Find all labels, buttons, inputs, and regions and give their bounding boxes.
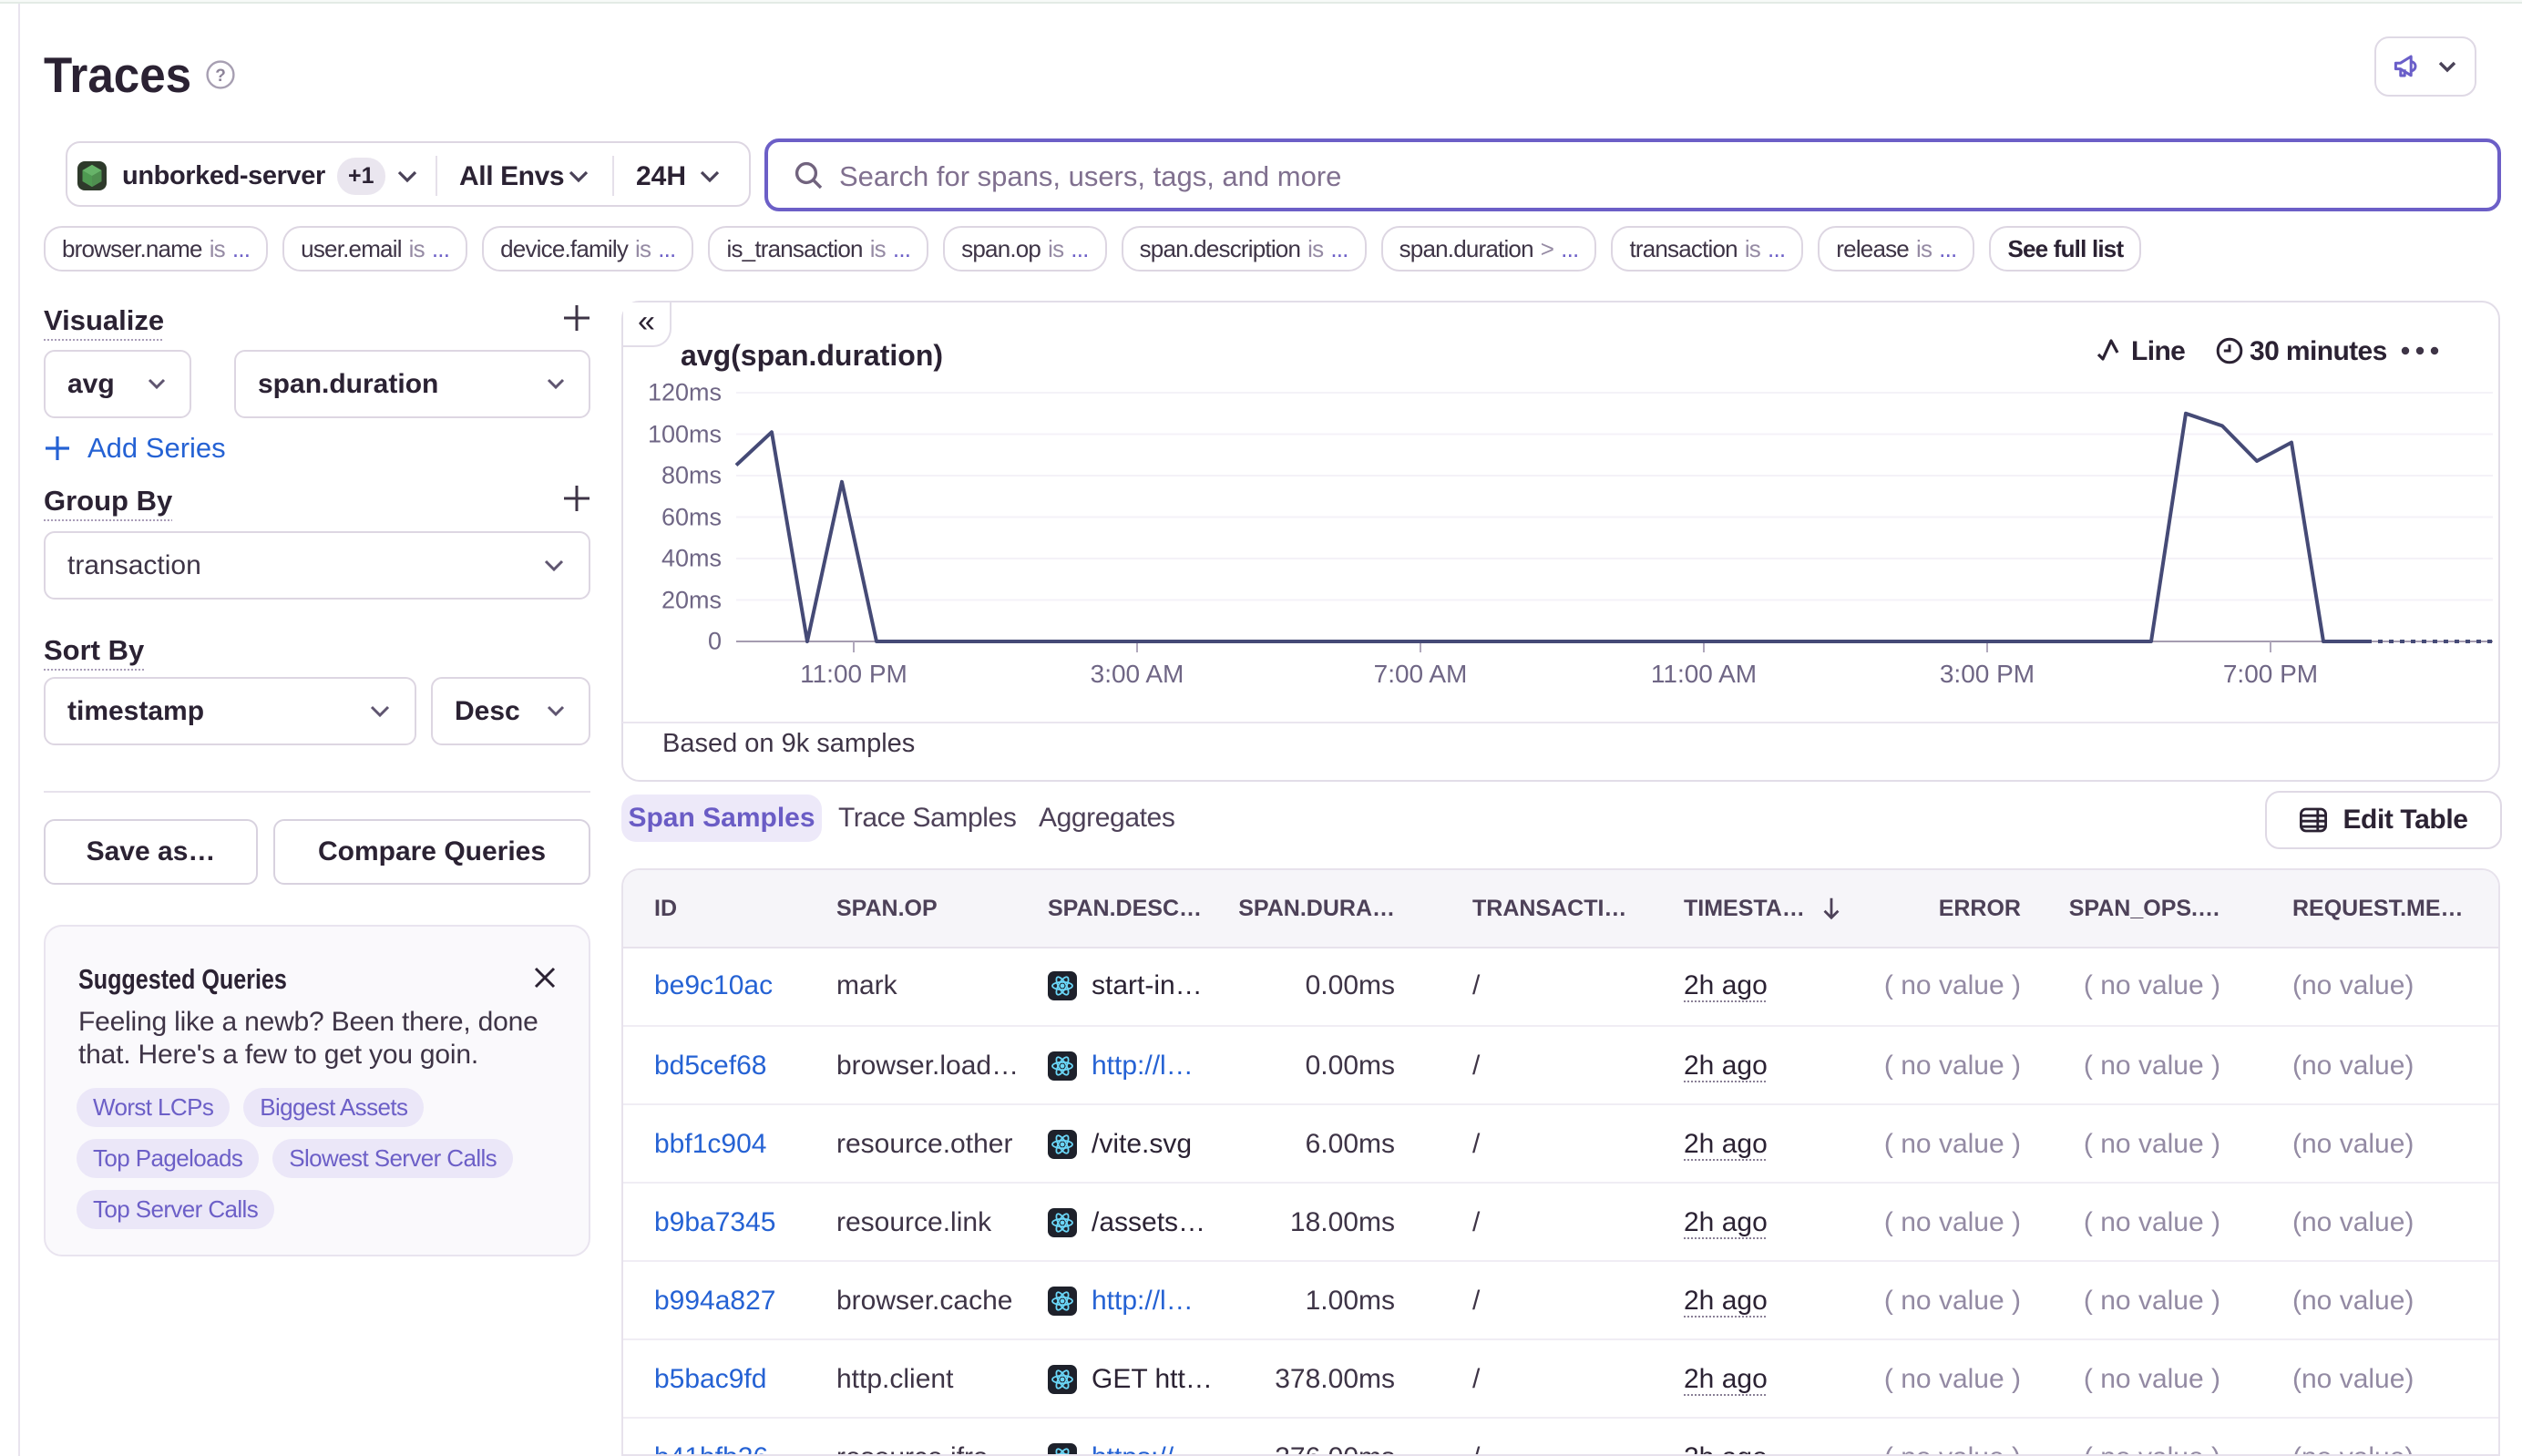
svg-text:?: ? [215, 67, 226, 86]
